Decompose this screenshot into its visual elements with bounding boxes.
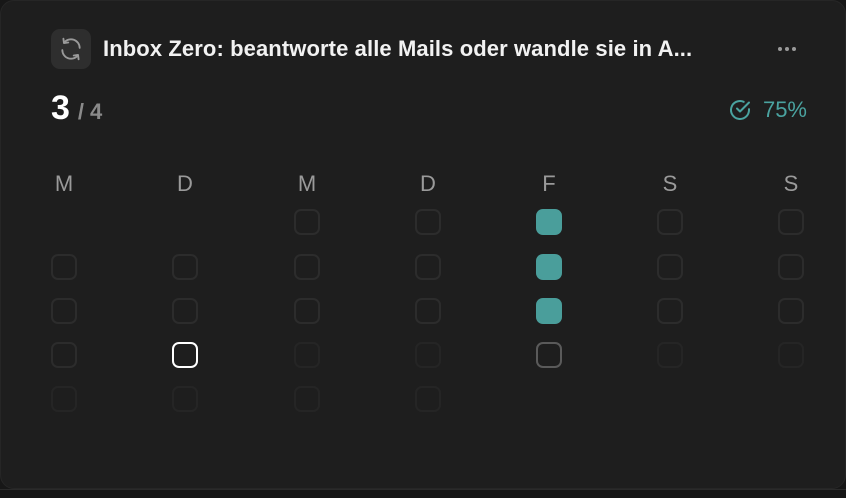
day-cell-empty[interactable] [778,254,804,280]
day-cell-pending[interactable] [536,342,562,368]
day-cell-faint[interactable] [294,342,320,368]
day-cell-done[interactable] [536,254,562,280]
day-cell-empty[interactable] [294,209,320,235]
week-calendar: MDMDFSS [1,1,846,490]
day-cell-empty[interactable] [415,209,441,235]
habit-card: Inbox Zero: beantworte alle Mails oder w… [0,0,846,489]
day-cell-empty[interactable] [294,254,320,280]
day-cell-faint[interactable] [778,342,804,368]
day-cell-empty[interactable] [778,298,804,324]
day-cell-empty[interactable] [294,298,320,324]
day-cell-empty[interactable] [657,209,683,235]
day-cell-faint[interactable] [415,342,441,368]
weekday-label: S [662,171,678,196]
day-cell-faint[interactable] [172,386,198,412]
bottom-divider [0,489,846,498]
weekday-label: F [542,171,556,196]
day-cell-done[interactable] [536,298,562,324]
day-cell-empty[interactable] [172,254,198,280]
day-cell-today[interactable] [172,342,198,368]
day-cell-empty[interactable] [657,298,683,324]
weekday-label: S [783,171,799,196]
day-cell-faint[interactable] [294,386,320,412]
day-cell-empty[interactable] [415,254,441,280]
weekday-label: M [54,171,74,196]
day-cell-empty[interactable] [657,254,683,280]
day-cell-empty[interactable] [51,254,77,280]
day-cell-empty[interactable] [778,209,804,235]
day-cell-done[interactable] [536,209,562,235]
weekday-label: D [177,171,193,196]
day-cell-faint[interactable] [657,342,683,368]
day-cell-faint[interactable] [415,386,441,412]
weekday-label: D [420,171,436,196]
day-cell-faint[interactable] [51,386,77,412]
day-cell-empty[interactable] [51,342,77,368]
day-cell-empty[interactable] [172,298,198,324]
weekday-label: M [297,171,317,196]
day-cell-empty[interactable] [51,298,77,324]
day-cell-empty[interactable] [415,298,441,324]
